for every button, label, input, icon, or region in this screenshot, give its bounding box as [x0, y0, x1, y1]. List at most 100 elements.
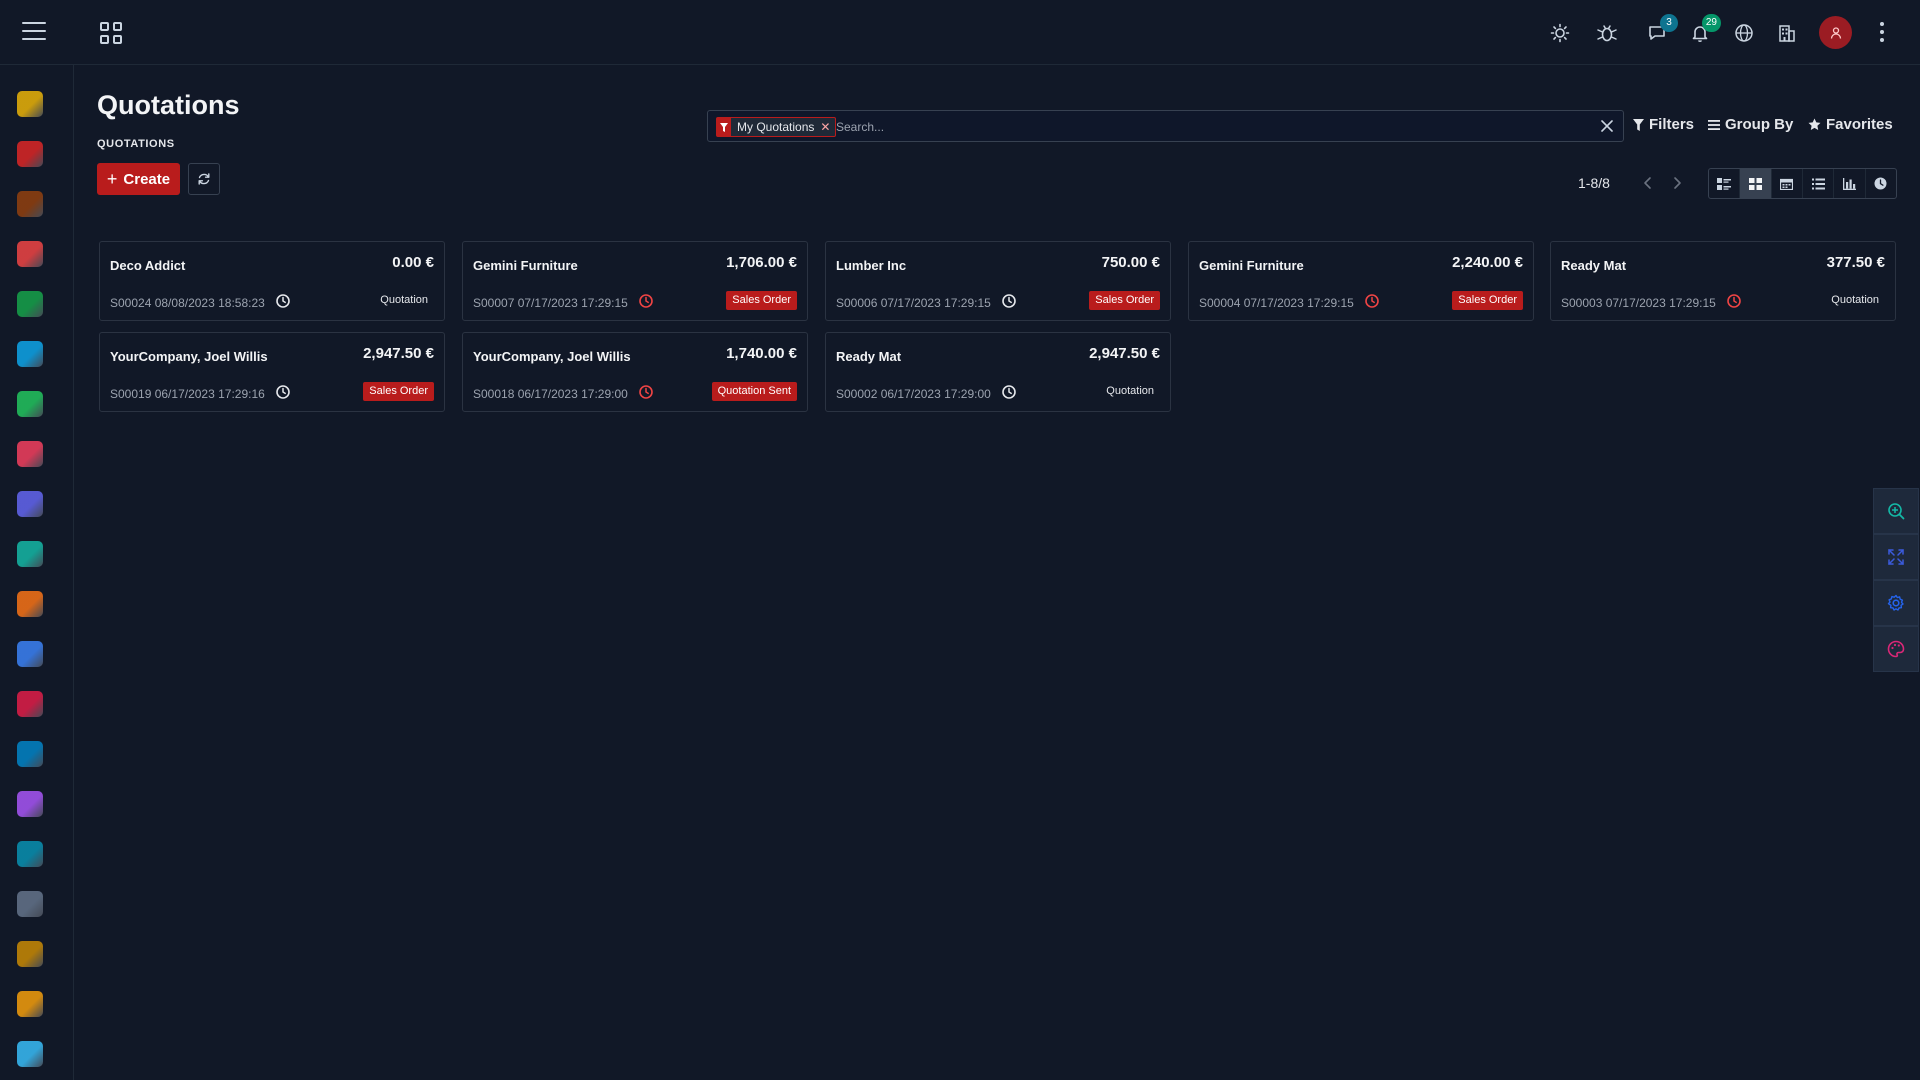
- fullscreen-widget-button[interactable]: [1873, 534, 1919, 580]
- theme-toggle-icon[interactable]: [1547, 20, 1573, 46]
- facet-label: My Quotations: [737, 120, 815, 134]
- quotation-card[interactable]: Gemini Furniture 1,706.00 € S00007 07/17/2…: [462, 241, 808, 321]
- theme-palette-widget-button[interactable]: [1873, 626, 1919, 672]
- gear-icon: [1887, 594, 1904, 611]
- activity-clock-icon[interactable]: [1001, 293, 1017, 309]
- kanban-view-button[interactable]: [1740, 169, 1772, 198]
- calendar-icon: [17, 141, 43, 167]
- activity-clock-icon[interactable]: [1364, 293, 1380, 309]
- card-reference-date: S00004 07/17/2023 17:29:15: [1199, 296, 1354, 310]
- calendar-icon: [1780, 178, 1794, 190]
- calendar-view-button[interactable]: [1772, 169, 1803, 198]
- sidebar-item-repair[interactable]: [15, 689, 45, 719]
- card-amount: 750.00 €: [1101, 254, 1160, 271]
- appraisal-icon: [17, 991, 43, 1017]
- filter-facet-icon: [717, 118, 731, 136]
- card-customer-name: YourCompany, Joel Willis: [473, 349, 631, 364]
- card-customer-name: Ready Mat: [836, 349, 902, 364]
- list-kanban-view-button[interactable]: [1709, 169, 1741, 198]
- sidebar-item-project[interactable]: [15, 439, 45, 469]
- quotation-card[interactable]: Deco Addict 0.00 € S00024 08/08/2023 18:58…: [99, 241, 445, 321]
- list-view-button[interactable]: [1803, 169, 1835, 198]
- apps-grid-icon[interactable]: [100, 22, 122, 44]
- sidebar-item-fleet[interactable]: [15, 839, 45, 869]
- sidebar-item-recruitment[interactable]: [15, 889, 45, 919]
- activity-view-button[interactable]: [1866, 169, 1896, 198]
- sidebar-item-employees[interactable]: [15, 789, 45, 819]
- activity-clock-icon[interactable]: [1001, 384, 1017, 400]
- sidebar-item-manufacturing[interactable]: [15, 639, 45, 669]
- sidebar-item-inventory[interactable]: [15, 589, 45, 619]
- sidebar-item-crm[interactable]: [15, 239, 45, 269]
- sidebar-item-expenses[interactable]: [15, 939, 45, 969]
- live-chat-icon: [17, 1041, 43, 1067]
- quotation-card[interactable]: Gemini Furniture 2,240.00 € S00004 07/17/2…: [1188, 241, 1534, 321]
- recruitment-icon: [17, 891, 43, 917]
- messages-icon[interactable]: 3: [1644, 14, 1678, 46]
- messages-badge: 3: [1660, 14, 1678, 32]
- favorites-button[interactable]: Favorites: [1808, 116, 1893, 133]
- list-detail-icon: [1717, 177, 1732, 190]
- timesheet-icon: [17, 491, 43, 517]
- settings-widget-button[interactable]: [1873, 580, 1919, 626]
- activity-clock-icon[interactable]: [275, 293, 291, 309]
- card-amount: 377.50 €: [1826, 254, 1885, 271]
- pager-previous-icon[interactable]: [1640, 174, 1656, 192]
- card-amount: 0.00 €: [392, 254, 434, 271]
- user-avatar[interactable]: [1819, 16, 1852, 49]
- debug-bug-icon[interactable]: [1594, 20, 1620, 46]
- quotation-card[interactable]: Ready Mat 377.50 € S00003 07/17/2023 17:29…: [1550, 241, 1896, 321]
- more-options-icon[interactable]: [1878, 22, 1886, 44]
- menu-toggle-icon[interactable]: [22, 22, 46, 42]
- clock-icon: [1874, 177, 1887, 190]
- filters-button[interactable]: Filters: [1633, 116, 1694, 133]
- inventory-icon: [17, 591, 43, 617]
- quotation-card[interactable]: YourCompany, Joel Willis 1,740.00 € S00018…: [462, 332, 808, 412]
- sidebar-item-dashboard[interactable]: [15, 339, 45, 369]
- reload-button[interactable]: [188, 163, 220, 195]
- search-facet[interactable]: My Quotations ✕: [716, 117, 837, 137]
- sidebar-item-appraisal[interactable]: [15, 989, 45, 1019]
- filter-icon: [1633, 118, 1644, 131]
- kanban-icon: [1748, 177, 1762, 190]
- activities-bell-icon[interactable]: 29: [1687, 14, 1721, 46]
- refresh-icon: [198, 173, 210, 185]
- sidebar-item-live-chat[interactable]: [15, 1039, 45, 1069]
- company-building-icon[interactable]: [1774, 20, 1800, 46]
- graph-view-button[interactable]: [1834, 169, 1866, 198]
- activity-clock-icon[interactable]: [275, 384, 291, 400]
- card-customer-name: Deco Addict: [110, 258, 186, 273]
- quotation-card[interactable]: Lumber Inc 750.00 € S00006 07/17/2023 17:2…: [825, 241, 1171, 321]
- card-amount: 1,706.00 €: [726, 254, 797, 271]
- card-status-badge: Sales Order: [726, 291, 797, 310]
- quotation-card[interactable]: YourCompany, Joel Willis 2,947.50 € S00019…: [99, 332, 445, 412]
- sidebar-item-timesheet[interactable]: [15, 489, 45, 519]
- pager-value[interactable]: 1-8/8: [1578, 175, 1610, 191]
- search-bar: My Quotations ✕: [707, 110, 1624, 142]
- quotation-card[interactable]: Ready Mat 2,947.50 € S00002 06/17/2023 17:…: [825, 332, 1171, 412]
- dashboard-icon: [17, 341, 43, 367]
- zoom-widget-button[interactable]: [1873, 488, 1919, 534]
- card-reference-date: S00002 06/17/2023 17:29:00: [836, 387, 991, 401]
- sidebar-item-contacts[interactable]: [15, 189, 45, 219]
- activity-clock-icon[interactable]: [638, 293, 654, 309]
- top-navbar: 3 29: [0, 0, 1920, 65]
- language-globe-icon[interactable]: [1731, 20, 1757, 46]
- sidebar-item-calendar[interactable]: [15, 139, 45, 169]
- sidebar-item-sales[interactable]: [15, 289, 45, 319]
- sidebar-item-invoicing[interactable]: [15, 389, 45, 419]
- pager-next-icon[interactable]: [1669, 174, 1685, 192]
- activity-clock-icon[interactable]: [1726, 293, 1742, 309]
- group-by-button[interactable]: Group By: [1708, 116, 1793, 133]
- create-button[interactable]: + Create: [97, 163, 180, 195]
- clear-search-icon[interactable]: [1599, 118, 1615, 134]
- activity-clock-icon[interactable]: [638, 384, 654, 400]
- sidebar-item-discuss[interactable]: [15, 89, 45, 119]
- sidebar-item-purchase[interactable]: [15, 539, 45, 569]
- sidebar-item-maintenance[interactable]: [15, 739, 45, 769]
- remove-facet-icon[interactable]: ✕: [820, 120, 835, 134]
- breadcrumb[interactable]: QUOTATIONS: [97, 138, 175, 150]
- search-input[interactable]: [836, 117, 1576, 137]
- sales-icon: [17, 291, 43, 317]
- card-status-badge: Sales Order: [363, 382, 434, 401]
